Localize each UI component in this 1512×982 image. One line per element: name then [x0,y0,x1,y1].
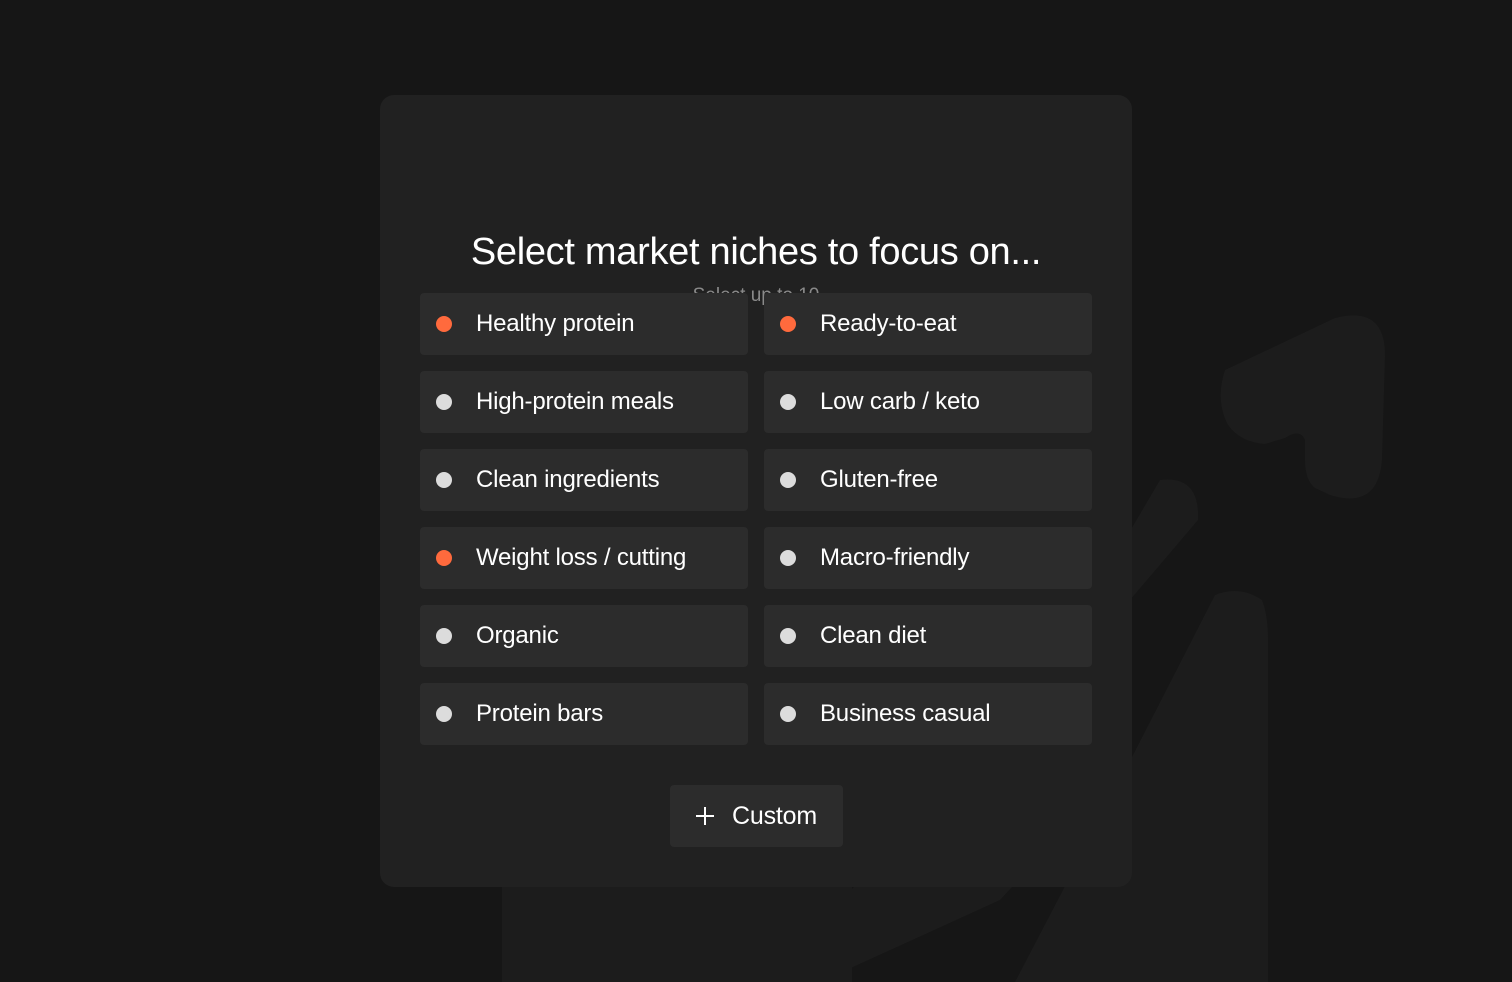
selection-dot-icon [780,472,796,488]
niche-option-label: Weight loss / cutting [476,544,687,571]
niche-option-label: Low carb / keto [820,388,980,415]
niche-option-ready-to-eat[interactable]: Ready-to-eat [764,293,1092,355]
niche-option-healthy-protein[interactable]: Healthy protein [420,293,748,355]
niche-option-weight-loss-cutting[interactable]: Weight loss / cutting [420,527,748,589]
selection-dot-icon [436,472,452,488]
niche-option-clean-ingredients[interactable]: Clean ingredients [420,449,748,511]
selection-dot-icon [780,394,796,410]
niche-option-label: Business casual [820,700,991,727]
niche-option-label: Protein bars [476,700,603,727]
niche-option-gluten-free[interactable]: Gluten-free [764,449,1092,511]
selection-dot-icon [436,706,452,722]
selection-dot-icon [436,394,452,410]
custom-button-label: Custom [732,801,817,830]
niche-options-grid: Healthy protein Ready-to-eat High-protei… [420,293,1092,745]
niche-option-protein-bars[interactable]: Protein bars [420,683,748,745]
niche-selection-card: Select market niches to focus on... Sele… [380,95,1132,887]
niche-option-organic[interactable]: Organic [420,605,748,667]
niche-option-label: Healthy protein [476,310,635,337]
selection-dot-icon [780,706,796,722]
page-title: Select market niches to focus on... [470,231,1042,273]
niche-option-macro-friendly[interactable]: Macro-friendly [764,527,1092,589]
selection-dot-icon [436,550,452,566]
selection-dot-icon [780,316,796,332]
niche-option-label: Clean ingredients [476,466,660,493]
selection-dot-icon [436,316,452,332]
niche-option-label: Clean diet [820,622,927,649]
add-custom-niche-button[interactable]: Custom [670,785,843,847]
selection-dot-icon [780,550,796,566]
niche-option-high-protein-meals[interactable]: High-protein meals [420,371,748,433]
niche-option-label: Ready-to-eat [820,310,957,337]
niche-option-label: Gluten-free [820,466,938,493]
niche-option-business-casual[interactable]: Business casual [764,683,1092,745]
plus-icon [696,807,715,825]
niche-option-clean-diet[interactable]: Clean diet [764,605,1092,667]
selection-dot-icon [436,628,452,644]
niche-option-label: Organic [476,622,559,649]
niche-option-low-carb-keto[interactable]: Low carb / keto [764,371,1092,433]
niche-option-label: High-protein meals [476,388,674,415]
selection-dot-icon [780,628,796,644]
niche-option-label: Macro-friendly [820,544,970,571]
